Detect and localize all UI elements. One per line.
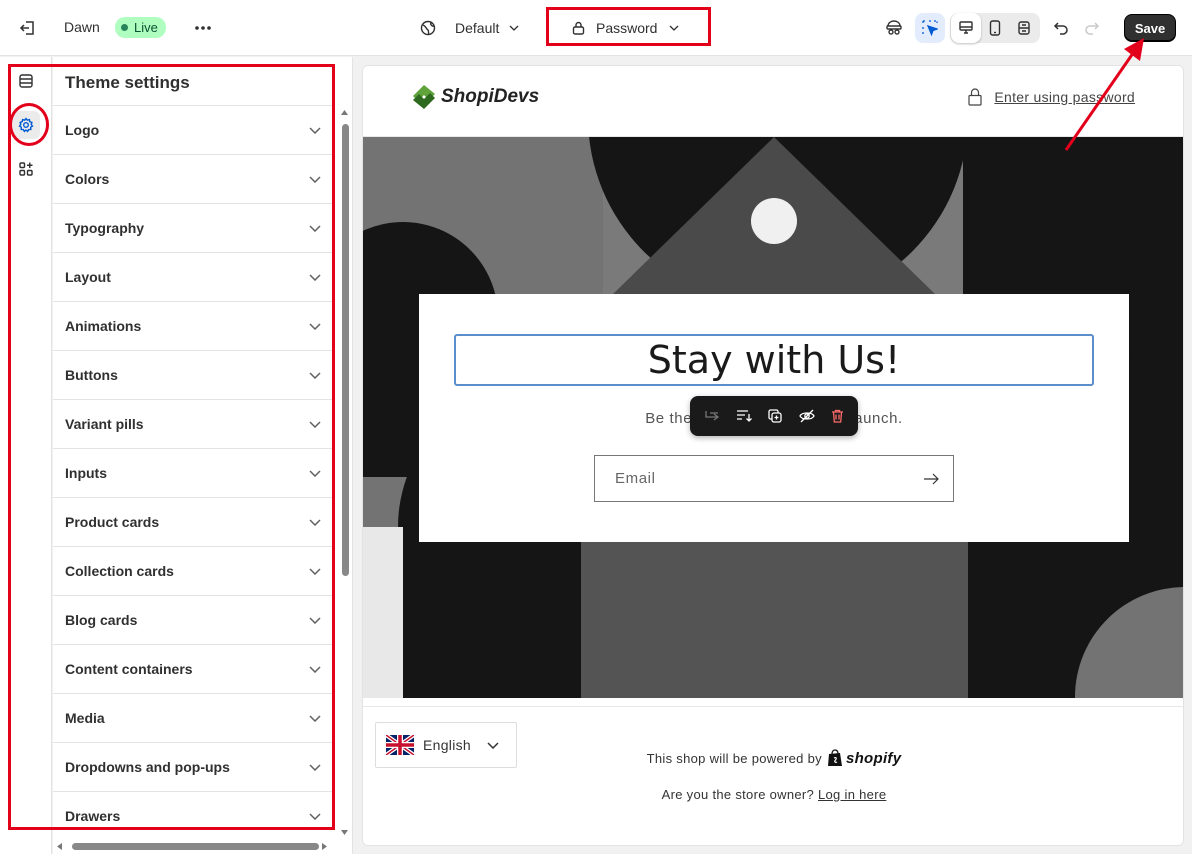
vertical-scroll-thumb[interactable] [342, 124, 349, 576]
setting-label: Inputs [65, 465, 107, 481]
chevron-down-icon [509, 25, 519, 31]
chevron-down-icon [309, 273, 321, 281]
desktop-icon[interactable] [951, 13, 981, 43]
theme-settings-panel: Theme settings Logo Colors Typography Layou… [53, 57, 353, 854]
heading-text[interactable]: Stay with Us! [454, 334, 1094, 386]
shopidevs-logo-icon [413, 85, 435, 109]
live-dot-icon [121, 24, 128, 31]
select-parent-icon[interactable] [704, 409, 720, 423]
setting-row[interactable]: Logo [53, 105, 335, 154]
setting-label: Buttons [65, 367, 118, 383]
template-selector[interactable]: Default [455, 20, 519, 36]
chevron-down-icon [670, 25, 679, 31]
setting-label: Media [65, 710, 105, 726]
lock-icon [968, 88, 982, 106]
setting-row[interactable]: Media [53, 693, 335, 742]
exit-icon[interactable] [13, 13, 43, 43]
chevron-down-icon [309, 567, 321, 575]
newsletter-card: Stay with Us! Be the aunch. Email [419, 294, 1129, 542]
page-selector[interactable]: Password [572, 20, 679, 36]
store-preview: ShopiDevs Enter using password Stay with… [362, 65, 1184, 846]
duplicate-icon[interactable] [768, 409, 783, 423]
chevron-down-icon [309, 714, 321, 722]
powered-by-text: This shop will be powered by shopify [646, 749, 902, 767]
theme-name: Dawn [64, 19, 100, 35]
setting-label: Content containers [65, 661, 193, 677]
chevron-down-icon [309, 469, 321, 477]
shopify-bag-icon [827, 749, 842, 766]
mobile-icon[interactable] [980, 13, 1010, 43]
hero-banner: Stay with Us! Be the aunch. Email [363, 137, 1183, 698]
store-logo[interactable]: ShopiDevs [411, 84, 539, 110]
setting-row[interactable]: Variant pills [53, 399, 335, 448]
chevron-down-icon [309, 420, 321, 428]
gear-icon[interactable] [12, 111, 40, 139]
move-down-icon[interactable] [736, 409, 753, 423]
chevron-down-icon [309, 763, 321, 771]
chevron-down-icon [309, 812, 321, 820]
chevron-down-icon [309, 322, 321, 330]
setting-label: Collection cards [65, 563, 174, 579]
setting-row[interactable]: Animations [53, 301, 335, 350]
hide-icon[interactable] [798, 409, 815, 423]
setting-label: Drawers [65, 808, 121, 824]
setting-label: Animations [65, 318, 142, 334]
settings-list: Logo Colors Typography Layout Animations Butt… [53, 105, 335, 840]
setting-row[interactable]: Content containers [53, 644, 335, 693]
customer-privacy-icon[interactable] [879, 13, 909, 43]
ellipsis-icon[interactable] [188, 13, 218, 43]
apps-icon[interactable] [12, 155, 40, 183]
store-owner-text: Are you the store owner? Log in here [661, 787, 887, 802]
shopify-wordmark: shopify [845, 749, 902, 767]
setting-row[interactable]: Drawers [53, 791, 335, 840]
panel-title: Theme settings [65, 73, 190, 92]
sections-icon[interactable] [12, 67, 40, 95]
email-input[interactable]: Email [594, 455, 954, 502]
setting-row[interactable]: Layout [53, 252, 335, 301]
horizontal-scroll-thumb[interactable] [72, 843, 319, 850]
setting-row[interactable]: Colors [53, 154, 335, 203]
chevron-down-icon [309, 518, 321, 526]
arrow-right-icon[interactable] [923, 473, 939, 485]
setting-label: Typography [65, 220, 145, 236]
setting-label: Dropdowns and pop-ups [65, 759, 230, 775]
setting-row[interactable]: Dropdowns and pop-ups [53, 742, 335, 791]
chevron-down-icon [309, 616, 321, 624]
setting-row[interactable]: Inputs [53, 448, 335, 497]
chevron-down-icon [309, 371, 321, 379]
delete-icon[interactable] [831, 409, 844, 423]
setting-label: Layout [65, 269, 111, 285]
block-toolbar [690, 396, 858, 436]
store-footer: English This shop will be powered by sho… [363, 706, 1183, 845]
chevron-down-icon [309, 224, 321, 232]
editor-rail [0, 57, 52, 854]
chevron-down-icon [487, 741, 499, 749]
fullscreen-icon[interactable] [1009, 13, 1039, 43]
setting-label: Logo [65, 122, 100, 138]
setting-row[interactable]: Buttons [53, 350, 335, 399]
chevron-down-icon [309, 665, 321, 673]
editor-topbar: Dawn Live Default Password Save [0, 0, 1192, 56]
setting-label: Blog cards [65, 612, 138, 628]
setting-row[interactable]: Collection cards [53, 546, 335, 595]
chevron-down-icon [309, 175, 321, 183]
log-in-link[interactable]: Log in here [818, 787, 886, 802]
chevron-down-icon [309, 126, 321, 134]
annotation-arrow [1064, 38, 1144, 151]
inspector-icon[interactable] [915, 13, 945, 43]
lock-icon [572, 21, 585, 35]
setting-label: Variant pills [65, 416, 144, 432]
setting-label: Product cards [65, 514, 160, 530]
setting-label: Colors [65, 171, 110, 187]
live-badge: Live [115, 17, 166, 38]
setting-row[interactable]: Product cards [53, 497, 335, 546]
globe-icon[interactable] [413, 13, 443, 43]
setting-row[interactable]: Blog cards [53, 595, 335, 644]
setting-row[interactable]: Typography [53, 203, 335, 252]
